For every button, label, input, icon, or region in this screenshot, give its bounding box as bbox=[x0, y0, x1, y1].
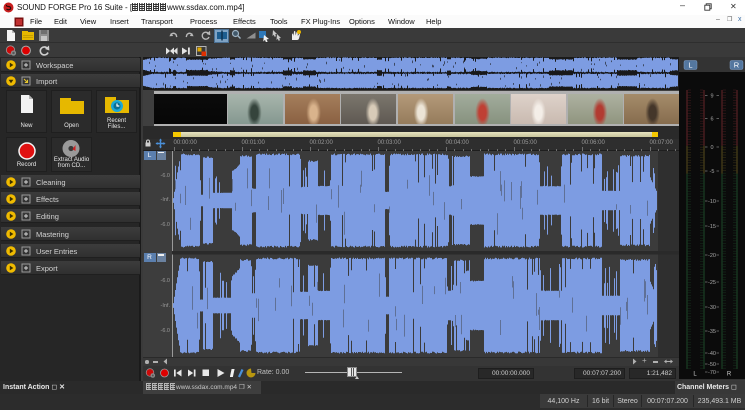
svg-text:-20: -20 bbox=[708, 253, 716, 259]
svg-text:-50: -50 bbox=[708, 362, 716, 368]
svg-text:-35: -35 bbox=[708, 329, 716, 335]
svg-text:R: R bbox=[727, 372, 732, 378]
svg-text:-40: -40 bbox=[708, 351, 716, 357]
svg-text:-25: -25 bbox=[708, 280, 716, 286]
svg-text:6: 6 bbox=[710, 117, 713, 123]
svg-text:-10: -10 bbox=[708, 199, 716, 205]
svg-text:L: L bbox=[688, 61, 692, 70]
svg-text:0: 0 bbox=[710, 145, 713, 151]
svg-text:-70: -70 bbox=[708, 370, 716, 376]
svg-text:-5: -5 bbox=[710, 169, 715, 175]
svg-text:9: 9 bbox=[710, 94, 713, 100]
svg-text:R: R bbox=[734, 61, 740, 70]
svg-text:-15: -15 bbox=[708, 224, 716, 230]
svg-text:-30: -30 bbox=[708, 305, 716, 311]
